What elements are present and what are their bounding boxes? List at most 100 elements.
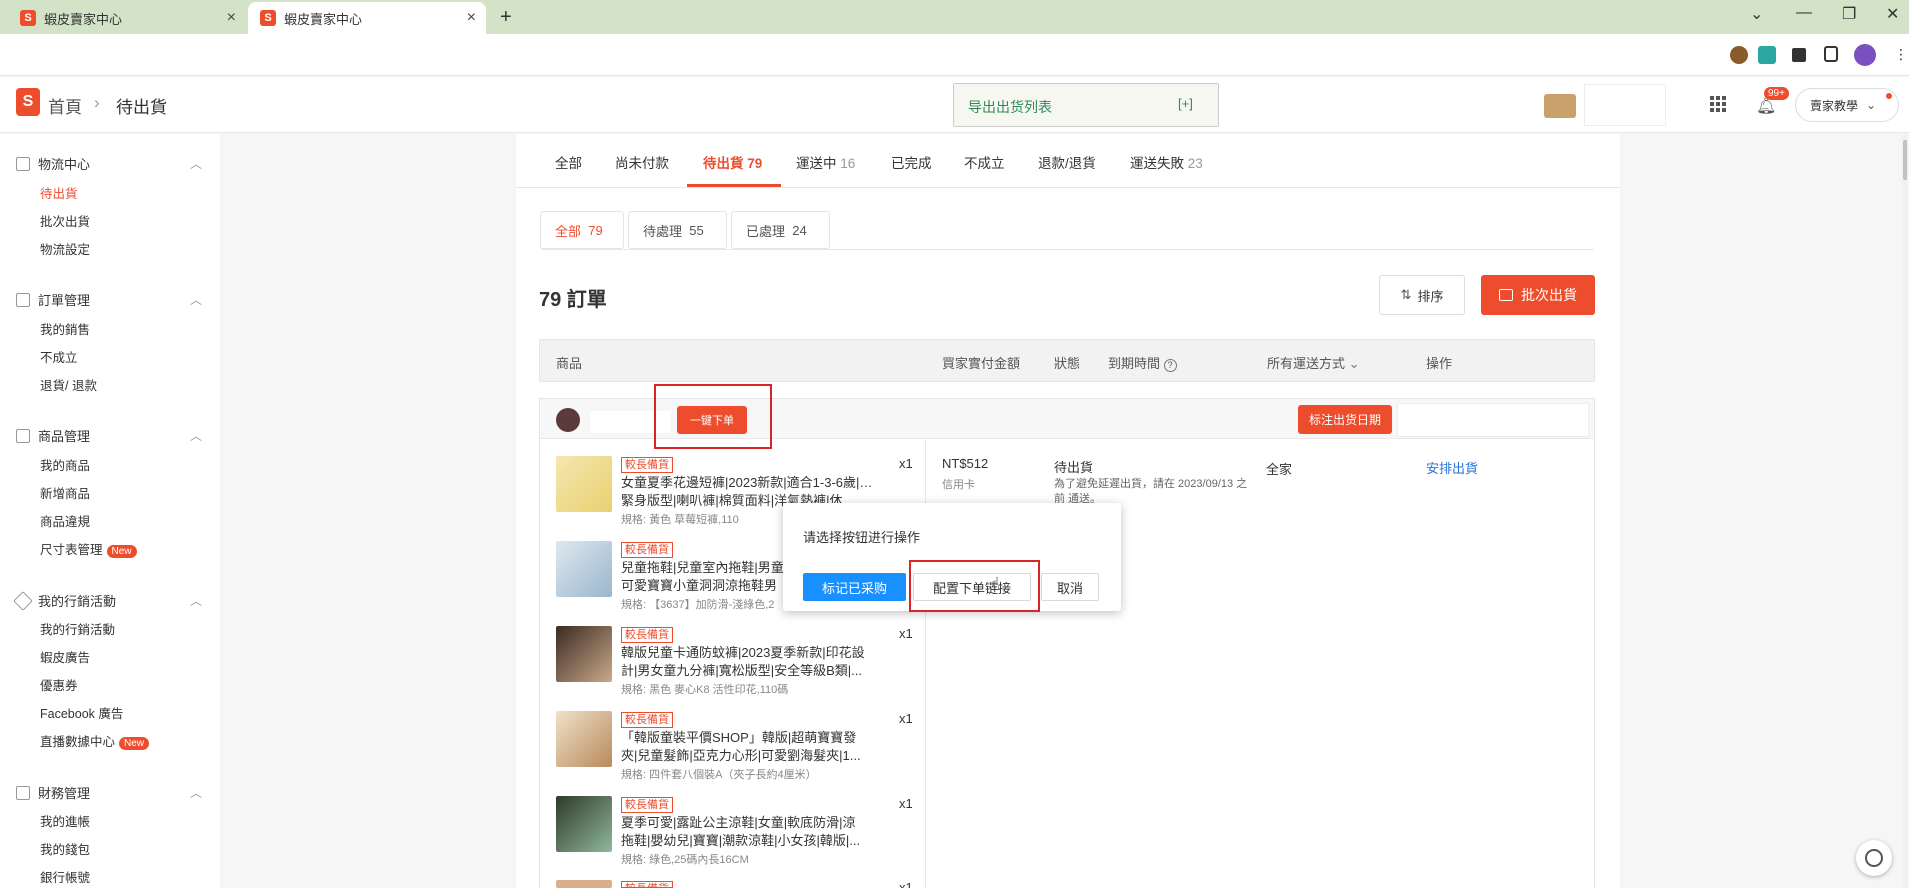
sidebar-item-my-marketing[interactable]: 我的行銷活動 xyxy=(40,619,115,638)
restore-button[interactable]: ❐ xyxy=(1842,4,1856,24)
new-tab-button[interactable]: + xyxy=(500,6,512,29)
sidebar-item-income[interactable]: 我的進帳 xyxy=(40,811,90,830)
apps-grid-icon[interactable] xyxy=(1710,96,1726,112)
sidebar-item-to-ship[interactable]: 待出貨 xyxy=(40,183,78,202)
tab-unpaid[interactable]: 尚未付款 xyxy=(615,152,669,172)
product-name[interactable]: 夏季可愛|露趾公主涼鞋|女童|軟底防滑|涼 xyxy=(621,814,883,832)
help-icon[interactable]: ? xyxy=(1163,359,1177,372)
subtab-pending[interactable]: 待處理 55 xyxy=(628,211,727,249)
shopee-logo[interactable]: S xyxy=(16,88,40,116)
new-badge: New xyxy=(106,545,137,558)
shipping-filter-dropdown[interactable]: 所有運送方式 ⌄ xyxy=(1267,353,1360,372)
sidebar-item-batch-ship[interactable]: 批次出貨 xyxy=(40,211,90,230)
product-image[interactable] xyxy=(556,541,612,597)
subtab-all[interactable]: 全部 79 xyxy=(540,211,624,249)
tab-to-ship[interactable]: 待出貨 79 xyxy=(703,152,762,172)
product-qty: x1 xyxy=(899,626,913,641)
seller-tutorial-button[interactable]: 賣家教學 ⌄ xyxy=(1795,88,1899,122)
mark-ship-date-button[interactable]: 标注出货日期 xyxy=(1298,405,1392,434)
sidebar-section-products[interactable]: 商品管理 ︿ xyxy=(16,426,202,445)
sidebar-item-vouchers[interactable]: 優惠券 xyxy=(40,675,78,694)
subtab-count: 24 xyxy=(792,222,807,238)
chevron-up-icon: ︿ xyxy=(190,786,203,800)
header-deadline: 到期時間 ? xyxy=(1108,353,1177,372)
tab-refunds[interactable]: 退款/退貨 xyxy=(1038,152,1096,172)
shop-logo xyxy=(1544,94,1576,118)
minimize-button[interactable]: — xyxy=(1796,4,1812,22)
cancel-button[interactable]: 取消 xyxy=(1041,573,1099,601)
sidebar-section-finance[interactable]: 財務管理 ︿ xyxy=(16,783,202,802)
tab-cancelled[interactable]: 不成立 xyxy=(964,152,1005,172)
scrollbar-thumb[interactable] xyxy=(1903,140,1907,180)
sidebar-item-facebook-ads[interactable]: Facebook 廣告 xyxy=(40,703,123,722)
browser-menu-icon[interactable]: ⋮ xyxy=(1894,46,1908,63)
product-name[interactable]: 韓版兒童卡通防蚊褲|2023夏季新款|印花設 xyxy=(621,644,883,662)
subtab-count: 55 xyxy=(689,222,704,238)
tab-label: 退款/退貨 xyxy=(1038,156,1096,171)
product-name[interactable]: 女童夏季花邊短褲|2023新款|適合1-3-6歲|緊身版型|喇叭褲|棉質面料|洋… xyxy=(621,474,883,492)
tab-title: 蝦皮賣家中心 xyxy=(284,11,363,27)
sidebar-item-my-products[interactable]: 我的商品 xyxy=(40,455,90,474)
section-title: 商品管理 xyxy=(38,429,91,444)
profile-avatar[interactable] xyxy=(1854,44,1876,66)
chevron-up-icon: ︿ xyxy=(190,157,203,171)
sidebar-item-logistics-settings[interactable]: 物流設定 xyxy=(40,239,90,258)
chat-support-button[interactable] xyxy=(1856,840,1892,876)
sidebar-item-returns[interactable]: 退貨/ 退款 xyxy=(40,375,97,394)
batch-ship-button[interactable]: 批次出貨 xyxy=(1481,275,1595,315)
sidebar-section-logistics[interactable]: 物流中心 ︿ xyxy=(16,154,202,173)
product-image[interactable] xyxy=(556,456,612,512)
sidebar-item-my-sales[interactable]: 我的銷售 xyxy=(40,319,90,338)
sort-button[interactable]: ⇅ 排序 xyxy=(1379,275,1465,315)
chevron-up-icon: ︿ xyxy=(190,293,203,307)
scrollbar-track[interactable] xyxy=(1902,134,1908,888)
sidebar-item-bank-account[interactable]: 銀行帳號 xyxy=(40,867,90,886)
tab-label: 全部 xyxy=(555,156,582,171)
breadcrumb-home[interactable]: 首頁 xyxy=(48,93,82,118)
product-image[interactable] xyxy=(556,711,612,767)
product-name[interactable]: 「韓版童裝平價SHOP」韓版|超萌寶寶發 xyxy=(621,729,883,747)
mark-purchased-button[interactable]: 标记已采购 xyxy=(803,573,906,601)
tab-label: 尚未付款 xyxy=(615,156,669,171)
sidebar-item-size-chart[interactable]: 尺寸表管理 New xyxy=(40,539,137,558)
product-image[interactable] xyxy=(556,626,612,682)
sidebar-item-cancelled[interactable]: 不成立 xyxy=(40,347,78,366)
product-image[interactable] xyxy=(556,880,612,888)
export-shipping-list-button[interactable]: 导出出货列表 [+] xyxy=(953,83,1219,127)
browser-tab-1[interactable]: S 蝦皮賣家中心 × xyxy=(8,2,246,34)
puzzle-extensions-icon[interactable] xyxy=(1792,48,1806,62)
tab-failed-delivery[interactable]: 運送失敗 23 xyxy=(1130,152,1203,172)
sidebar-item-live-data[interactable]: 直播數據中心 New xyxy=(40,731,150,750)
sidebar-section-orders[interactable]: 訂單管理 ︿ xyxy=(16,290,202,309)
tab-all[interactable]: 全部 xyxy=(555,152,582,172)
sidebar-section-marketing[interactable]: 我的行銷活動 ︿ xyxy=(13,590,202,611)
buyer-avatar[interactable] xyxy=(556,408,580,432)
arrange-shipment-link[interactable]: 安排出貨 xyxy=(1426,458,1478,477)
extension-icon[interactable] xyxy=(1758,46,1776,64)
close-tab-icon[interactable]: × xyxy=(467,9,476,27)
sidebar-item-add-product[interactable]: 新增商品 xyxy=(40,483,90,502)
subtab-processed[interactable]: 已處理 24 xyxy=(731,211,830,249)
highlight-config-order-link xyxy=(909,560,1040,612)
side-panel-icon[interactable] xyxy=(1824,46,1838,62)
tabs-divider xyxy=(516,187,1620,188)
section-title: 財務管理 xyxy=(38,786,91,801)
product-spec: 規格: 四件套八個裝A（夾子長約4厘米） xyxy=(621,769,817,781)
order-price: NT$512 xyxy=(942,456,989,471)
tab-completed[interactable]: 已完成 xyxy=(891,152,932,172)
browser-tab-bar: S 蝦皮賣家中心 × S 蝦皮賣家中心 × + ⌄ — ❐ ✕ xyxy=(0,0,1909,34)
long-prep-tag: 較長備貨 xyxy=(621,712,673,728)
sidebar-item-wallet[interactable]: 我的錢包 xyxy=(40,839,90,858)
close-window-button[interactable]: ✕ xyxy=(1886,4,1899,24)
sidebar-item-violations[interactable]: 商品違規 xyxy=(40,511,90,530)
tab-label: 待出貨 xyxy=(703,156,744,171)
close-tab-icon[interactable]: × xyxy=(227,9,236,27)
tab-search-icon[interactable]: ⌄ xyxy=(1750,4,1763,24)
tab-shipping[interactable]: 運送中 16 xyxy=(796,152,855,172)
shopee-favicon-icon: S xyxy=(20,10,36,26)
product-image[interactable] xyxy=(556,796,612,852)
cookie-extension-icon[interactable] xyxy=(1730,46,1748,64)
notification-count: 99+ xyxy=(1764,87,1789,100)
browser-tab-2[interactable]: S 蝦皮賣家中心 × xyxy=(248,2,486,34)
sidebar-item-shopee-ads[interactable]: 蝦皮廣告 xyxy=(40,647,90,666)
